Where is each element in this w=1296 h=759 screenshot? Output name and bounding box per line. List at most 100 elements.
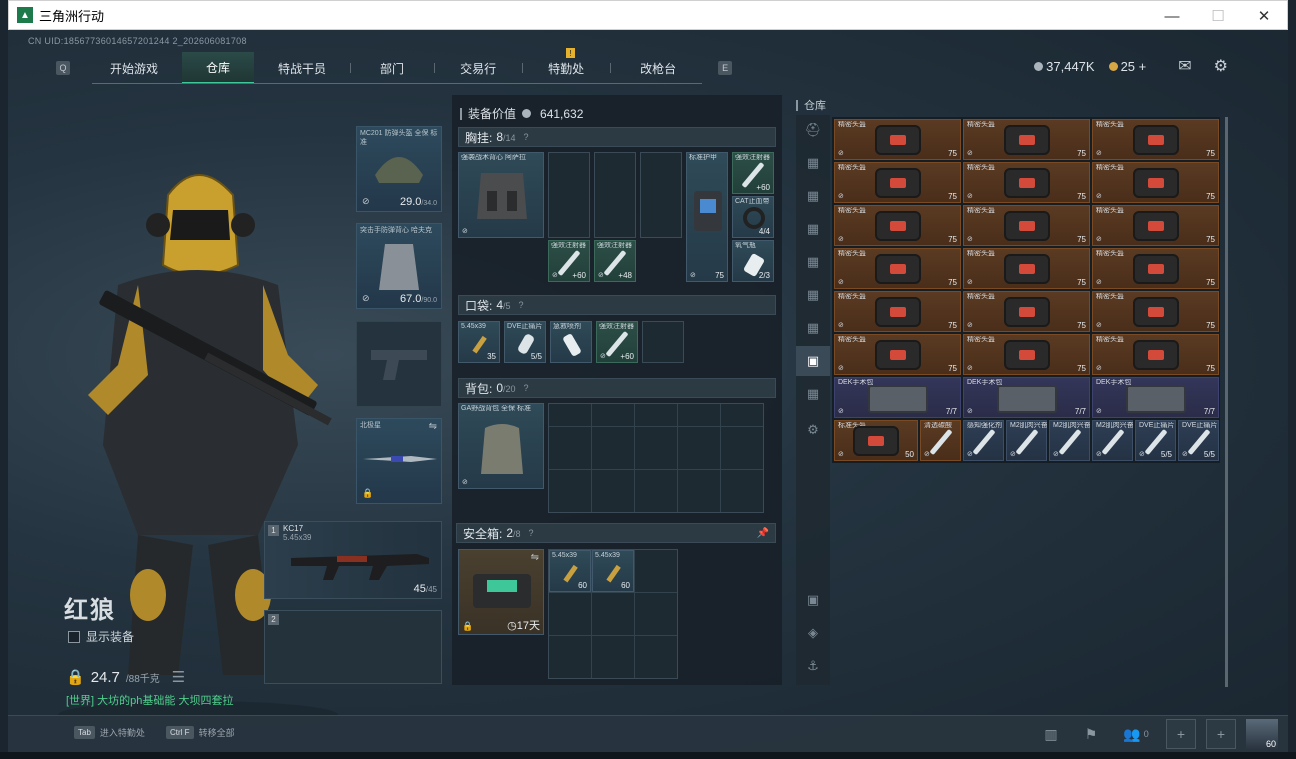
chest-cell[interactable]: [640, 152, 682, 238]
warehouse-scrollbar[interactable]: [1225, 117, 1228, 687]
category-8-icon[interactable]: ▦: [796, 379, 830, 409]
safe-item-ammo[interactable]: 5.45x39 60: [592, 550, 634, 592]
secondary-weapon-slot[interactable]: 2: [264, 610, 442, 684]
id-card-icon[interactable]: ▣: [796, 585, 830, 615]
friends-icon[interactable]: 👥 0: [1116, 719, 1156, 749]
tab-special-ops[interactable]: 特勤处!: [522, 48, 610, 84]
warehouse-item-helmet[interactable]: 精密头盔 ⊘ 75: [834, 291, 961, 332]
tab-gunsmith[interactable]: 改枪台: [610, 52, 706, 84]
close-button[interactable]: ✕: [1241, 1, 1287, 31]
chest-item-tourniquet[interactable]: CAT止血带 4/4: [732, 196, 774, 238]
warehouse-item[interactable]: DVE止痛片 ⊘ 5/5: [1178, 420, 1219, 461]
pistol-slot[interactable]: [356, 321, 442, 407]
list-icon[interactable]: ☰: [172, 668, 185, 686]
warehouse-item[interactable]: M2肌肉兴奋剂 ⊘: [1049, 420, 1090, 461]
warehouse-item-helmet[interactable]: 精密头盔 ⊘ 75: [963, 162, 1090, 203]
help-icon[interactable]: ?: [529, 528, 534, 538]
safe-item-ammo[interactable]: 5.45x39 60: [549, 550, 591, 592]
nav-key-left[interactable]: Q: [56, 61, 70, 75]
category-7-icon[interactable]: ▣: [796, 346, 830, 376]
hint-transfer-all[interactable]: Ctrl F 转移全部: [166, 726, 235, 739]
maximize-button[interactable]: ☐: [1195, 1, 1241, 31]
warehouse-item-helmet[interactable]: 精密头盔 ⊘ 75: [1092, 162, 1219, 203]
category-1-icon[interactable]: ▦: [796, 148, 830, 178]
armor-slot[interactable]: 突击手防弹背心 哈夫克 ⊘ 67.0/90.0: [356, 223, 442, 309]
chest-rig-slot[interactable]: 强袭战术背心 阿萨拉 ⊘: [458, 152, 544, 238]
category-6-icon[interactable]: ▦: [796, 313, 830, 343]
stats-icon[interactable]: ▥: [1036, 719, 1066, 749]
currency-premium[interactable]: 25 +: [1108, 59, 1146, 74]
tab-department[interactable]: 部门: [350, 52, 434, 84]
warehouse-item-helmet[interactable]: 精密头盔 ⊘ 75: [834, 334, 961, 375]
warehouse-item-helmet[interactable]: 精密头盔 ⊘ 75: [963, 248, 1090, 289]
checkbox[interactable]: [68, 630, 80, 643]
category-2-icon[interactable]: ▦: [796, 181, 830, 211]
chest-item-oxygen[interactable]: 氧气瓶 2/3: [732, 240, 774, 282]
mail-icon[interactable]: ✉: [1178, 56, 1191, 76]
warehouse-item-helmet[interactable]: 精密头盔 ⊘ 75: [963, 334, 1090, 375]
settings-icon[interactable]: ⚙: [796, 415, 830, 445]
warehouse-item-helmet[interactable]: 精密头盔 ⊘ 75: [963, 291, 1090, 332]
melee-slot[interactable]: 北极星 ⇋ 🔒: [356, 418, 442, 504]
warehouse-item-helmet[interactable]: 精密头盔 ⊘ 75: [1092, 334, 1219, 375]
chest-item-injector[interactable]: 强效注射器 ⊘ +60: [548, 240, 590, 282]
backpack-grid[interactable]: [548, 403, 764, 513]
warehouse-item-surgery-kit[interactable]: DEK手术包 ⊘ 7/7: [834, 377, 961, 418]
warehouse-item-helmet[interactable]: 精密头盔 ⊘ 75: [1092, 291, 1219, 332]
safe-box-slot[interactable]: ⇋ 🔒 ◷17天: [458, 549, 544, 635]
category-helmet-icon[interactable]: ⛑: [796, 115, 830, 145]
warehouse-grid[interactable]: 精密头盔 ⊘ 75 精密头盔 ⊘ 75 精密头盔 ⊘ 75 精密头盔 ⊘ 75 精密头盔 ⊘ 75 精密头盔 ⊘…: [832, 117, 1220, 463]
pocket-item-ammo[interactable]: 5.45x39 35: [458, 321, 500, 363]
chest-item-injector[interactable]: 强效注射器 +60: [732, 152, 774, 194]
primary-weapon-slot[interactable]: 1 KC17 5.45x39 45/45: [264, 521, 442, 599]
chest-item-injector[interactable]: 强效注射器 ⊘ +48: [594, 240, 636, 282]
category-5-icon[interactable]: ▦: [796, 280, 830, 310]
layers-icon[interactable]: ◈: [796, 618, 830, 648]
warehouse-item[interactable]: M2肌肉兴奋剂 ⊘: [1092, 420, 1133, 461]
minimize-button[interactable]: —: [1149, 1, 1195, 31]
nav-key-right[interactable]: E: [718, 61, 733, 75]
pocket-item-painkiller[interactable]: DVE止痛片 5/5: [504, 321, 546, 363]
tab-trading[interactable]: 交易行: [434, 52, 522, 84]
warehouse-item-helmet[interactable]: 精密头盔 ⊘ 75: [1092, 119, 1219, 160]
show-equipment-toggle[interactable]: 显示装备: [68, 628, 134, 645]
warehouse-item-helmet[interactable]: 精密头盔 ⊘ 75: [834, 248, 961, 289]
pocket-item-spray[interactable]: 急救喷剂: [550, 321, 592, 363]
gear-icon[interactable]: ⚙: [1214, 56, 1228, 76]
warehouse-item[interactable]: 清透碳酸 ⊘: [920, 420, 961, 461]
warehouse-item-helmet[interactable]: 精密头盔 ⊘ 75: [1092, 205, 1219, 246]
hint-special-ops[interactable]: Tab 进入特勤处: [74, 726, 145, 739]
chest-cell[interactable]: [548, 152, 590, 238]
chest-item-armor-plate[interactable]: 标准护甲 ⊘ 75: [686, 152, 728, 282]
tab-start-game[interactable]: 开始游戏: [86, 52, 182, 84]
flag-icon[interactable]: ⚑: [1076, 719, 1106, 749]
helmet-slot[interactable]: MC201 防弹头盔 全保 标准 ⊘ 29.0/34.0: [356, 126, 442, 212]
tab-warehouse[interactable]: 仓库: [182, 52, 255, 84]
swap-icon[interactable]: ⇋: [531, 552, 539, 563]
pocket-item-injector[interactable]: 强效注射器 ⊘ +60: [596, 321, 638, 363]
warehouse-item-surgery-kit[interactable]: DEK手术包 ⊘ 7/7: [963, 377, 1090, 418]
add-squad-button[interactable]: +: [1166, 719, 1196, 749]
help-icon[interactable]: ?: [524, 132, 529, 142]
warehouse-item[interactable]: 感知强化剂 ⊘: [963, 420, 1004, 461]
warehouse-item-helmet[interactable]: 精密头盔 ⊘ 75: [963, 205, 1090, 246]
anchor-icon[interactable]: ⚓: [796, 651, 830, 681]
warehouse-item-helmet[interactable]: 精密头盔 ⊘ 75: [834, 162, 961, 203]
help-icon[interactable]: ?: [519, 300, 524, 310]
backpack-slot[interactable]: GA野战背包 全保 标准 ⊘: [458, 403, 544, 489]
chat-line[interactable]: [世界] 大坊的ph基础能 大坝四套拉: [66, 692, 233, 708]
warehouse-item-surgery-kit[interactable]: DEK手术包 ⊘ 7/7: [1092, 377, 1219, 418]
warehouse-item-helmet[interactable]: 精密头盔 ⊘ 75: [834, 205, 961, 246]
category-4-icon[interactable]: ▦: [796, 247, 830, 277]
warehouse-item-helmet[interactable]: 精密头盔 ⊘ 75: [1092, 248, 1219, 289]
help-icon[interactable]: ?: [524, 383, 529, 393]
swap-icon[interactable]: ⇋: [429, 421, 437, 432]
add-squad-button[interactable]: +: [1206, 719, 1236, 749]
tab-operators[interactable]: 特战干员: [254, 52, 350, 84]
warehouse-item-helmet[interactable]: 精密头盔 ⊘ 75: [963, 119, 1090, 160]
warehouse-item-helmet[interactable]: 精密头盔 ⊘ 75: [834, 119, 961, 160]
chest-cell[interactable]: [594, 152, 636, 238]
warehouse-item[interactable]: M2肌肉兴奋剂 ⊘: [1006, 420, 1047, 461]
avatar[interactable]: 60: [1246, 719, 1278, 749]
category-3-icon[interactable]: ▦: [796, 214, 830, 244]
